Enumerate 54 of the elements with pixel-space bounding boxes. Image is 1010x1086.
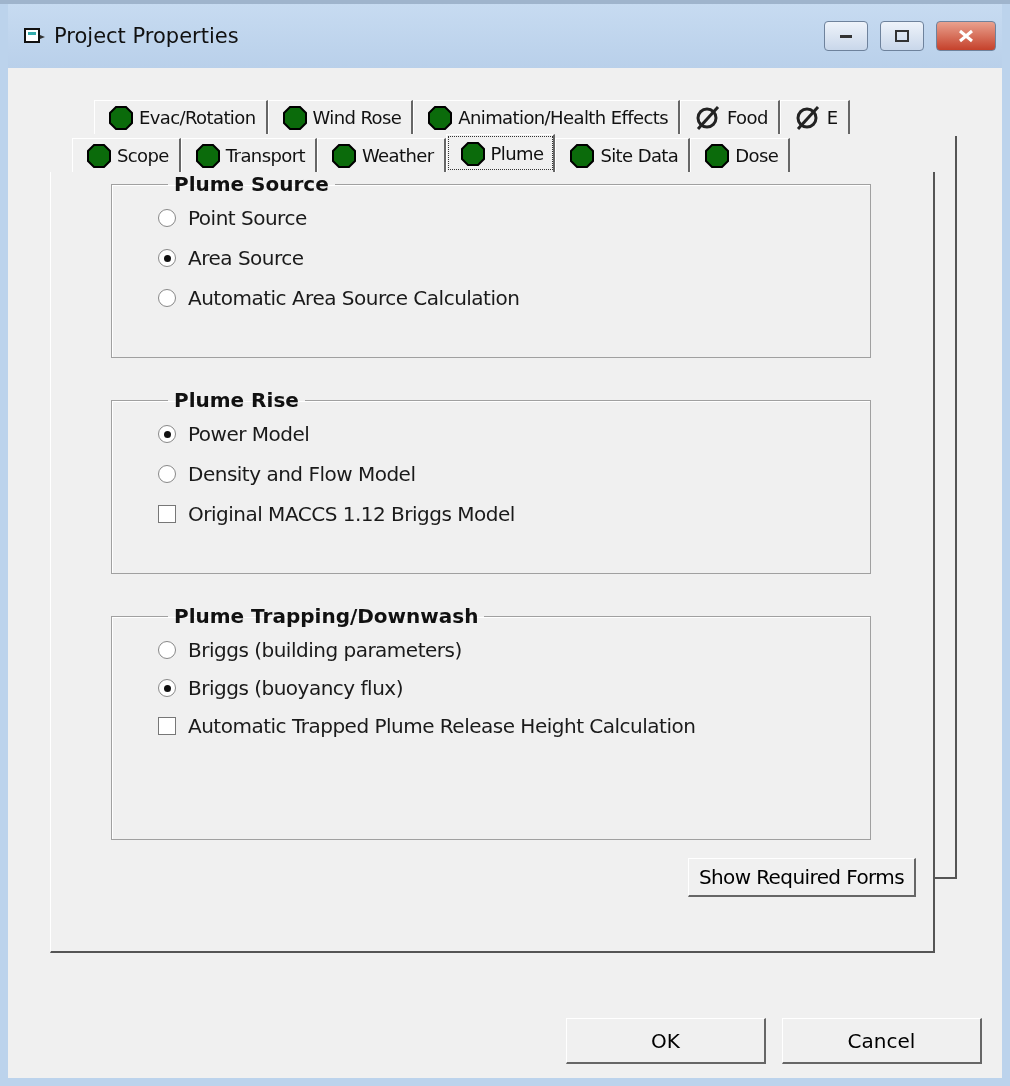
maximize-button[interactable] xyxy=(880,21,924,51)
tab[interactable]: Site Data xyxy=(555,138,691,172)
group-title: Plume Source xyxy=(173,172,330,196)
option-label: Area Source xyxy=(188,246,304,270)
window-icon xyxy=(24,27,46,45)
status-octagon-icon xyxy=(460,141,485,166)
group-title: Plume Trapping/Downwash xyxy=(173,604,480,628)
maximize-icon xyxy=(895,30,909,42)
tab[interactable]: Scope xyxy=(72,138,181,172)
checkbox[interactable] xyxy=(158,717,176,735)
tab[interactable]: Animation/Health Effects xyxy=(413,100,680,134)
status-octagon-icon xyxy=(282,105,307,130)
checkbox[interactable] xyxy=(158,505,176,523)
tab[interactable]: E xyxy=(779,100,850,134)
tab[interactable]: Wind Rose xyxy=(267,100,414,134)
option-label: Point Source xyxy=(188,206,307,230)
show-required-forms-button[interactable]: Show Required Forms xyxy=(687,858,916,897)
group-title: Plume Rise xyxy=(173,388,300,412)
status-octagon-icon xyxy=(428,105,453,130)
empty-set-icon xyxy=(694,105,721,130)
option-label: Automatic Trapped Plume Release Height Calculation xyxy=(188,714,696,738)
radio-button[interactable] xyxy=(158,209,176,227)
tab[interactable]: Weather xyxy=(316,138,446,172)
close-icon xyxy=(958,29,974,43)
tab[interactable]: Evac/Rotation xyxy=(94,100,268,134)
option-label: Power Model xyxy=(188,422,310,446)
radio-button[interactable] xyxy=(158,289,176,307)
option-label: Original MACCS 1.12 Briggs Model xyxy=(188,502,515,526)
tab[interactable]: Dose xyxy=(690,138,791,172)
tab[interactable]: Transport xyxy=(180,138,317,172)
minimize-icon xyxy=(839,33,853,39)
option-label: Briggs (building parameters) xyxy=(188,638,462,662)
tab[interactable]: Food xyxy=(679,100,780,134)
minimize-button[interactable] xyxy=(824,21,868,51)
radio-button[interactable] xyxy=(158,249,176,267)
dialog-button[interactable]: OK xyxy=(566,1018,766,1064)
option-label: Automatic Area Source Calculation xyxy=(188,286,520,310)
close-button[interactable] xyxy=(936,21,996,51)
radio-button[interactable] xyxy=(158,465,176,483)
tab[interactable]: Plume xyxy=(445,134,556,172)
status-octagon-icon xyxy=(705,143,730,168)
radio-button[interactable] xyxy=(158,679,176,697)
status-octagon-icon xyxy=(109,105,133,130)
option-label: Density and Flow Model xyxy=(188,462,416,486)
option-label: Briggs (buoyancy flux) xyxy=(188,676,403,700)
dialog-button[interactable]: Cancel xyxy=(782,1018,982,1064)
status-octagon-icon xyxy=(570,143,595,168)
empty-set-icon xyxy=(794,105,821,130)
status-octagon-icon xyxy=(87,143,111,168)
status-octagon-icon xyxy=(195,143,220,168)
radio-button[interactable] xyxy=(158,425,176,443)
radio-button[interactable] xyxy=(158,641,176,659)
window-title: Project Properties xyxy=(54,24,240,48)
status-octagon-icon xyxy=(331,143,356,168)
